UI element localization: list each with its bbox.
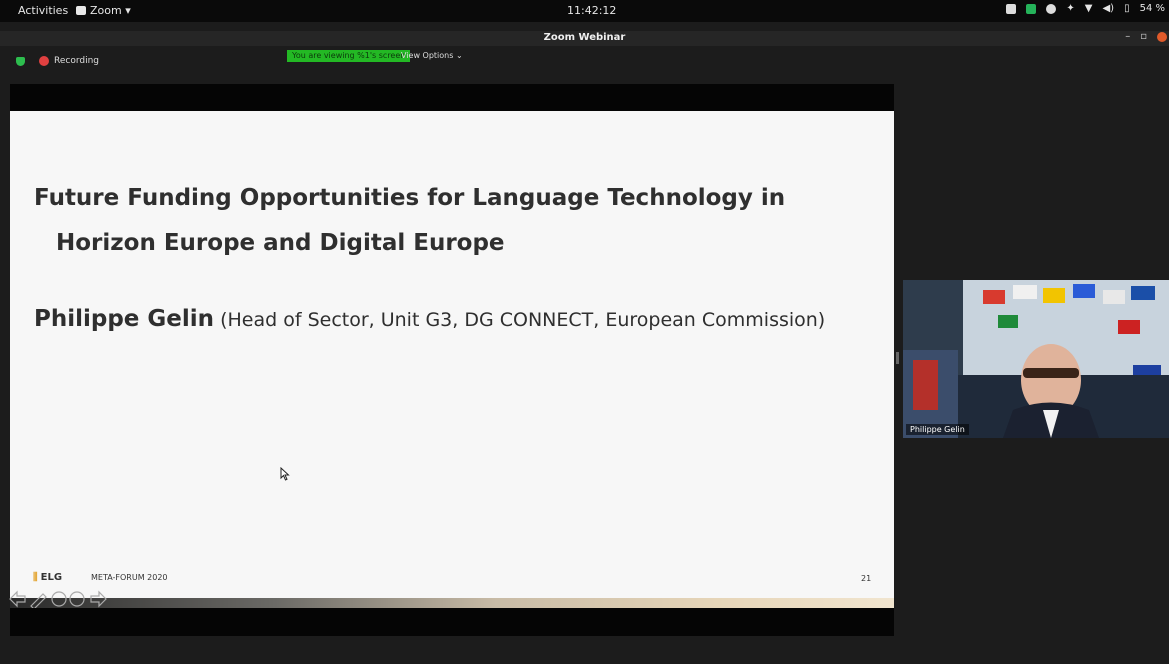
- menu-icon[interactable]: [69, 591, 85, 607]
- zoom-app-icon: [76, 6, 86, 15]
- shared-screen-bottom-bar: [10, 608, 894, 636]
- slide-page-number: 21: [861, 574, 872, 583]
- meeting-status-row: Recording: [0, 50, 1169, 72]
- slideshow-controls: [9, 590, 109, 608]
- view-options-button[interactable]: View Options ⌄: [401, 51, 463, 60]
- app-indicator-icon[interactable]: [1026, 3, 1037, 14]
- recording-icon[interactable]: [39, 56, 49, 66]
- window-title: Zoom Webinar: [543, 32, 626, 43]
- close-button[interactable]: [1157, 31, 1167, 42]
- security-shield-icon[interactable]: [16, 57, 25, 66]
- app-menu[interactable]: Zoom ▾: [76, 4, 131, 17]
- viewing-screen-banner: You are viewing %1's screen: [287, 50, 411, 62]
- speaker-role: (Head of Sector, Unit G3, DG CONNECT, Eu…: [214, 309, 826, 331]
- wifi-icon[interactable]: ▼: [1085, 3, 1093, 14]
- previous-slide-icon[interactable]: [9, 590, 26, 608]
- dropbox-icon[interactable]: ✦: [1066, 3, 1074, 14]
- slide-title-line-2: Horizon Europe and Digital Europe: [56, 230, 505, 256]
- battery-icon[interactable]: ▯: [1124, 3, 1130, 14]
- system-tray: ✦ ▼ ◀) ▯ 54 %: [1006, 3, 1165, 14]
- elg-logo-text: ELG: [40, 572, 63, 583]
- volume-icon[interactable]: ◀): [1102, 3, 1114, 14]
- minimize-button[interactable]: –: [1125, 31, 1130, 42]
- zoom-out-icon[interactable]: [51, 591, 67, 607]
- slide-title-line-1: Future Funding Opportunities for Languag…: [34, 185, 786, 211]
- slide-footer-band: [10, 598, 894, 608]
- app-menu-label: Zoom ▾: [90, 4, 131, 17]
- presentation-slide: Future Funding Opportunities for Languag…: [10, 111, 894, 598]
- shared-screen-top-bar: [10, 84, 894, 111]
- system-top-bar: Activities Zoom ▾ 11:42:12 ✦ ▼ ◀) ▯ 54 %: [0, 0, 1169, 22]
- elg-logo: ⫼ ELG: [33, 572, 62, 583]
- recording-label: Recording: [54, 56, 100, 66]
- panel-resize-handle[interactable]: [896, 352, 899, 364]
- next-slide-icon[interactable]: [90, 590, 107, 608]
- speaker-name: Philippe Gelin: [34, 306, 215, 332]
- activities-button[interactable]: Activities: [18, 4, 68, 17]
- window-controls: – ▫: [1125, 31, 1167, 42]
- participant-video[interactable]: Philippe Gelin: [903, 280, 1169, 438]
- restore-button[interactable]: ▫: [1140, 31, 1147, 42]
- slideshow-nav-icons: [9, 590, 107, 608]
- slide-speaker: Philippe Gelin (Head of Sector, Unit G3,…: [34, 306, 825, 332]
- pen-icon[interactable]: [30, 593, 47, 608]
- battery-level: 54 %: [1139, 3, 1165, 14]
- mouse-cursor-icon: [280, 467, 290, 481]
- slide-event-footer: META-FORUM 2020: [91, 573, 168, 582]
- clock[interactable]: 11:42:12: [567, 4, 616, 17]
- participant-name-label: Philippe Gelin: [906, 424, 969, 435]
- video-feed-image: [903, 280, 1169, 438]
- screenshot-icon[interactable]: [1006, 3, 1017, 14]
- elg-logo-icon: ⫼: [33, 572, 38, 583]
- sync-icon[interactable]: [1046, 3, 1057, 14]
- window-title-bar: Zoom Webinar – ▫: [0, 31, 1169, 46]
